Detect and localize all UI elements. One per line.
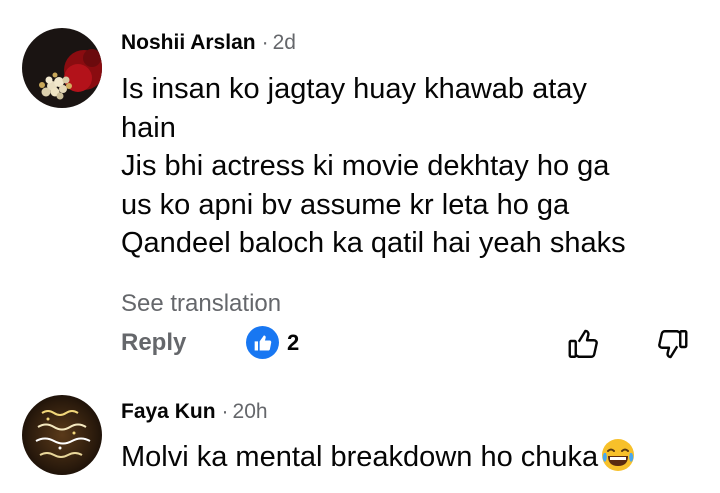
comment-line: hain [121,111,176,144]
comment-line: Jis bhi actress ki movie dekhtay ho ga [121,150,610,182]
comment-text: Is insan ko jagtay huay khawab atay hain… [121,70,701,263]
author-name[interactable]: Noshii Arslan [121,31,256,54]
avatar[interactable] [22,28,102,108]
face-with-tears-of-joy-icon [600,437,636,473]
dot-separator: · [261,31,269,54]
dot-separator: · [221,400,229,423]
reaction-summary[interactable]: 2 [246,326,299,359]
author-line: Noshii Arslan · 2d [121,31,296,55]
comment-line: Qandeel baloch ka qatil hai yeah shaks [121,227,626,259]
timestamp[interactable]: 20h [233,400,268,423]
author-line: Faya Kun · 20h [121,400,268,424]
avatar-image [22,28,102,108]
see-translation-link[interactable]: See translation [121,290,281,318]
reaction-count: 2 [287,329,300,355]
author-name[interactable]: Faya Kun [121,400,216,423]
comment-line: Molvi ka mental breakdown ho chuka [121,441,599,473]
thumbs-down-outline-icon[interactable] [654,326,690,362]
reply-button[interactable]: Reply [121,329,186,357]
thumbs-up-outline-icon[interactable] [566,326,602,362]
comment-line: Is insan ko jagtay huay khawab atay [121,73,587,105]
comment-line: us ko apni bv assume kr leta ho ga [121,188,570,221]
timestamp[interactable]: 2d [273,31,296,54]
avatar-image [22,395,102,475]
comment-text: Molvi ka mental breakdown ho chuka [121,437,701,477]
like-icon [246,326,279,359]
avatar[interactable] [22,395,102,475]
